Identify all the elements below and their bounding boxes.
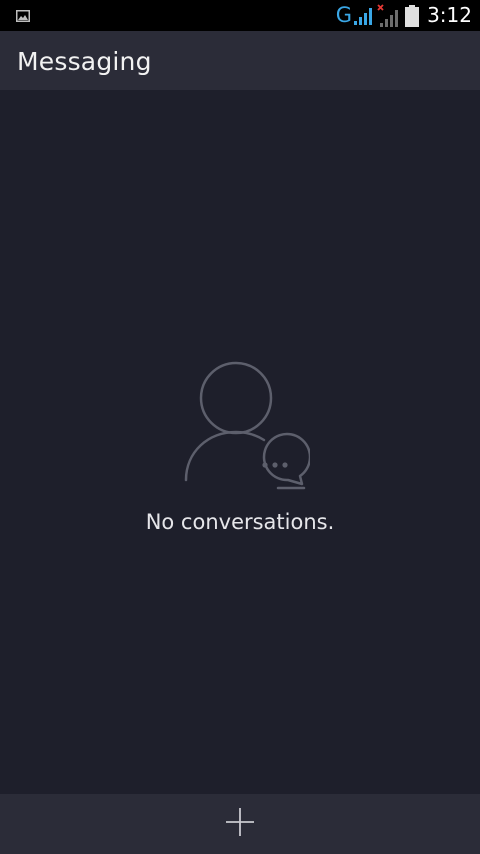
empty-state: No conversations. bbox=[0, 90, 480, 794]
bottom-bar bbox=[0, 794, 480, 854]
signal-strength-icon bbox=[353, 6, 373, 26]
action-bar: Messaging bbox=[0, 31, 480, 90]
messaging-screen: G 3:12 Messaging No conversations. bbox=[0, 0, 480, 854]
clock: 3:12 bbox=[427, 3, 472, 27]
status-icons: G 3:12 bbox=[336, 0, 472, 31]
image-notification-icon bbox=[16, 10, 30, 22]
page-title: Messaging bbox=[17, 47, 152, 76]
contact-chat-icon bbox=[180, 360, 312, 490]
new-message-button[interactable] bbox=[210, 794, 270, 854]
empty-message: No conversations. bbox=[145, 510, 335, 534]
status-bar: G 3:12 bbox=[0, 0, 480, 31]
battery-icon bbox=[405, 4, 420, 27]
no-signal-icon bbox=[377, 3, 399, 28]
network-type: G bbox=[335, 3, 353, 27]
plus-icon bbox=[224, 806, 256, 842]
